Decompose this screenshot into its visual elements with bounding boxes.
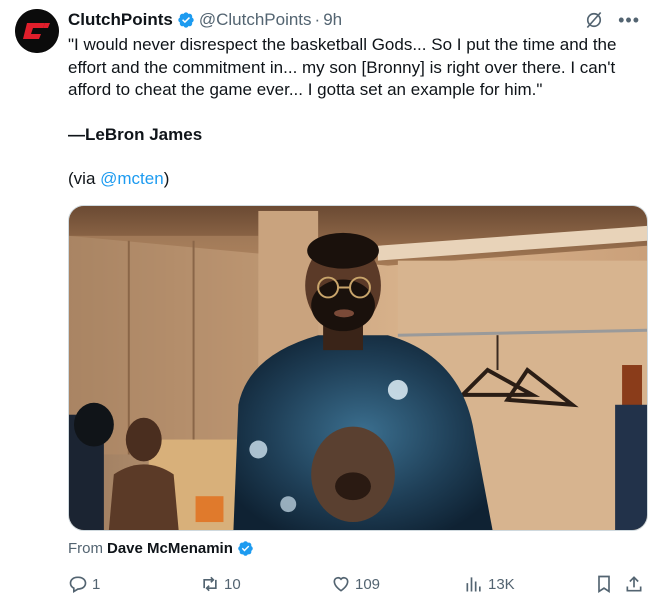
avatar[interactable]: [15, 9, 59, 53]
reply-button[interactable]: 1: [68, 574, 100, 594]
via-prefix: (via: [68, 169, 101, 188]
video-still-image: [69, 206, 647, 530]
tweet-actions: 1 10 109 13K: [68, 574, 648, 596]
reply-count: 1: [92, 575, 101, 593]
timestamp[interactable]: 9h: [323, 10, 342, 30]
more-icon[interactable]: •••: [618, 11, 640, 29]
tweet-text: "I would never disrespect the basketball…: [68, 34, 640, 191]
like-button[interactable]: 109: [331, 574, 380, 594]
header-actions: •••: [584, 10, 640, 30]
quote-attribution: —LeBron James: [68, 124, 203, 144]
author-name[interactable]: ClutchPoints: [68, 10, 173, 30]
clutchpoints-logo-icon: [15, 9, 59, 53]
via-suffix: ): [163, 169, 170, 188]
tweet-header: ClutchPoints @ClutchPoints · 9h •••: [68, 9, 640, 31]
views-icon: [466, 577, 481, 592]
video-source: From Dave McMenamin: [68, 540, 254, 557]
verified-badge-icon: [178, 12, 194, 28]
tweet-video[interactable]: [68, 205, 648, 531]
grok-icon[interactable]: [584, 10, 604, 30]
share-button[interactable]: [624, 574, 644, 594]
from-name-link[interactable]: Dave McMenamin: [107, 540, 233, 557]
views-count: 13K: [488, 575, 515, 593]
like-icon: [333, 576, 349, 592]
from-label: From: [68, 540, 103, 557]
repost-count: 10: [224, 575, 241, 593]
tweet-quote: "I would never disrespect the basketball…: [68, 35, 617, 99]
separator-dot: ·: [314, 10, 321, 29]
like-count: 109: [355, 575, 381, 593]
repost-button[interactable]: 10: [200, 574, 241, 594]
reply-icon: [69, 576, 87, 593]
bookmark-button[interactable]: [594, 574, 614, 594]
via-line: (via @mcten): [68, 168, 640, 191]
verified-badge-icon: [238, 541, 253, 556]
repost-icon: [203, 576, 217, 592]
views-button[interactable]: 13K: [464, 574, 515, 594]
share-icon: [626, 576, 642, 592]
bookmark-icon: [598, 575, 610, 594]
via-mention-link[interactable]: @mcten: [100, 169, 164, 188]
author-handle[interactable]: @ClutchPoints: [199, 10, 312, 30]
